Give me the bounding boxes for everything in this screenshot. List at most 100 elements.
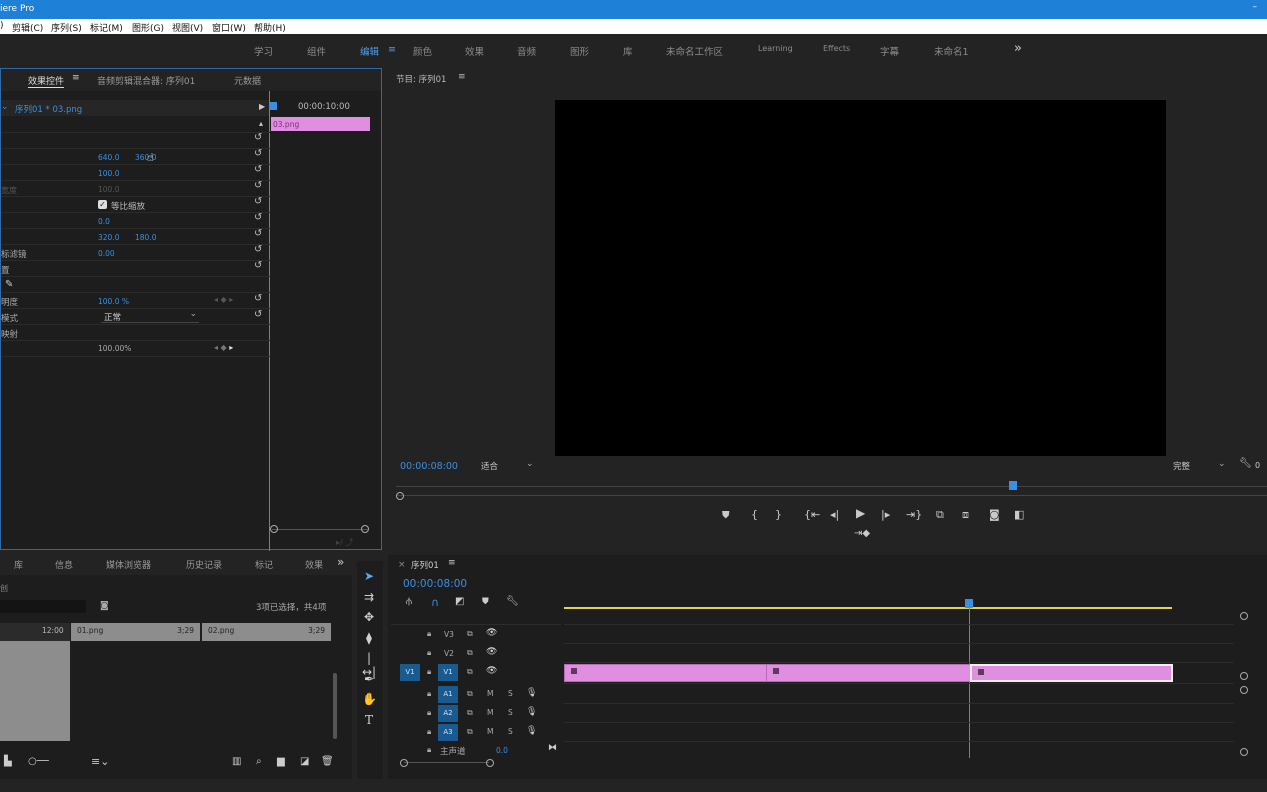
wrench-icon[interactable]: 🔧︎ bbox=[506, 596, 519, 607]
blend-mode-select[interactable]: 正常 ⌄ bbox=[101, 309, 199, 323]
reset-icon[interactable]: ↺ bbox=[254, 245, 264, 255]
zoom-handle-left[interactable] bbox=[400, 759, 408, 767]
pen-tool-icon[interactable]: ✒ bbox=[362, 672, 376, 686]
extract-icon[interactable]: ⧈ bbox=[962, 509, 969, 520]
lock-icon[interactable]: 🔒︎ bbox=[427, 708, 431, 718]
pen-icon[interactable]: ✎ bbox=[5, 279, 13, 290]
lock-icon[interactable]: 🔒︎ bbox=[427, 667, 431, 677]
tab-media-browser[interactable]: 媒体浏览器 bbox=[106, 558, 151, 571]
thumbnail[interactable]: 12:00 bbox=[0, 623, 70, 741]
reset-icon[interactable]: ↺ bbox=[254, 261, 264, 271]
mark-out-icon[interactable]: } bbox=[775, 509, 782, 520]
trash-icon[interactable]: 🗑︎ bbox=[321, 756, 334, 767]
panel-menu-icon[interactable]: ≡ bbox=[458, 72, 466, 82]
zoom-handle-right[interactable] bbox=[486, 759, 494, 767]
reset-icon[interactable]: ↺ bbox=[254, 229, 264, 239]
ws-color[interactable]: 颜色 bbox=[413, 44, 432, 58]
program-ruler[interactable] bbox=[396, 486, 1267, 487]
sync-lock-icon[interactable]: ⧉ bbox=[467, 689, 473, 699]
menu-view[interactable]: 视图(V) bbox=[172, 21, 203, 34]
mic-icon[interactable]: 🎙︎ bbox=[526, 707, 537, 717]
zoom-slider-icon[interactable]: ○── bbox=[28, 756, 49, 767]
master-value[interactable]: 0.0 bbox=[496, 746, 508, 755]
ws-learn[interactable]: 学习 bbox=[254, 44, 273, 58]
sort-icon[interactable]: ≡⌄ bbox=[91, 755, 109, 768]
zoom-handle-left[interactable] bbox=[270, 525, 278, 533]
quality-select[interactable]: 完整 ⌄ bbox=[1170, 459, 1228, 472]
new-item-icon[interactable]: ◪ bbox=[300, 756, 309, 767]
ec-clip[interactable]: 03.png bbox=[271, 117, 370, 131]
track-label-v3[interactable]: V3 bbox=[444, 630, 454, 639]
source-patch-v1[interactable]: V1 bbox=[400, 664, 420, 681]
track-label-v1[interactable]: V1 bbox=[438, 664, 458, 681]
mute-button[interactable]: M bbox=[487, 727, 493, 736]
mute-button[interactable]: M bbox=[487, 708, 493, 717]
linked-selection-icon[interactable]: ◩ bbox=[455, 596, 464, 607]
go-to-in-icon[interactable]: {⇤ bbox=[804, 509, 820, 520]
scroll-up-icon[interactable]: ▴ bbox=[259, 119, 263, 128]
thumbnail[interactable]: 02.png 3;29 bbox=[202, 623, 331, 641]
track-label-a3[interactable]: A3 bbox=[438, 724, 458, 741]
wrench-icon[interactable]: 🔧︎ bbox=[1239, 458, 1252, 469]
tab-markers[interactable]: 标记 bbox=[255, 558, 273, 571]
rotation-value[interactable]: 0.0 bbox=[98, 217, 110, 226]
ws-effects[interactable]: 效果 bbox=[465, 44, 484, 58]
export-icon[interactable]: ▸/ ⤴ bbox=[336, 537, 353, 548]
add-marker-icon[interactable]: ⛊ bbox=[482, 597, 489, 607]
mic-icon[interactable]: 🎙︎ bbox=[526, 726, 537, 736]
insert-overwrite-icon[interactable]: ⇥◆ bbox=[854, 528, 870, 539]
search-icon[interactable]: ⌕ bbox=[256, 756, 262, 767]
tab-history[interactable]: 历史记录 bbox=[186, 558, 222, 571]
selection-tool-icon[interactable]: ➤ bbox=[362, 569, 376, 583]
eye-icon[interactable]: 👁︎ bbox=[486, 666, 497, 676]
tab-libraries[interactable]: 库 bbox=[14, 558, 23, 571]
ws-effects-en[interactable]: Effects bbox=[823, 44, 850, 53]
play-arrow-icon[interactable]: ▶ bbox=[259, 102, 265, 111]
step-back-icon[interactable]: ◂| bbox=[830, 509, 839, 520]
playhead-marker[interactable] bbox=[270, 102, 277, 110]
v-scroll-handle[interactable] bbox=[1240, 748, 1248, 756]
menu-graphics[interactable]: 图形(G) bbox=[132, 21, 164, 34]
tab-effect-controls[interactable]: 效果控件 bbox=[28, 74, 65, 88]
ec-zoom-bar[interactable] bbox=[272, 529, 368, 530]
play-icon[interactable]: ▶ bbox=[856, 507, 865, 519]
step-forward-icon[interactable]: |▸ bbox=[881, 509, 890, 520]
chevron-down-icon[interactable]: ⌄ bbox=[1, 102, 9, 112]
ripple-edit-icon[interactable]: ✥ bbox=[362, 610, 376, 624]
work-area-bar[interactable] bbox=[564, 607, 1172, 609]
mute-button[interactable]: M bbox=[487, 689, 493, 698]
scrollbar[interactable] bbox=[333, 673, 337, 739]
thumbnail[interactable]: 01.png 3;29 bbox=[71, 623, 200, 641]
add-marker-icon[interactable]: ⛊ bbox=[722, 510, 730, 521]
ws-more-icon[interactable]: » bbox=[1014, 41, 1022, 56]
menu-help[interactable]: 帮助(H) bbox=[254, 21, 286, 34]
track-label-v2[interactable]: V2 bbox=[444, 649, 454, 658]
reset-icon[interactable]: ↺ bbox=[254, 181, 264, 191]
more-tabs-icon[interactable]: » bbox=[337, 555, 344, 569]
reset-icon[interactable]: ↺ bbox=[254, 294, 264, 304]
v-scroll-handle[interactable] bbox=[1240, 686, 1248, 694]
eye-icon[interactable]: 👁︎ bbox=[486, 628, 497, 638]
clip-01[interactable] bbox=[564, 664, 767, 682]
ws-menu-icon[interactable]: ≡ bbox=[388, 44, 396, 55]
timeline-zoom-bar[interactable] bbox=[404, 762, 489, 763]
program-scrub-bar[interactable] bbox=[396, 495, 1267, 496]
sync-lock-icon[interactable]: ⧉ bbox=[467, 648, 473, 658]
ws-untitled[interactable]: 未命名工作区 bbox=[666, 44, 723, 58]
opacity-value[interactable]: 100.0 % bbox=[98, 297, 129, 306]
video-canvas[interactable] bbox=[555, 100, 1166, 456]
flicker-value[interactable]: 0.00 bbox=[98, 249, 115, 258]
lock-icon[interactable]: 🔒︎ bbox=[427, 689, 431, 699]
menu-window[interactable]: 窗口(W) bbox=[212, 21, 246, 34]
sync-lock-icon[interactable]: ⧉ bbox=[467, 708, 473, 718]
keyframe-nav-icon[interactable]: ◂ ◆ ▸ bbox=[214, 343, 233, 352]
menu-marker[interactable]: 标记(M) bbox=[90, 21, 123, 34]
snap-icon[interactable]: ∩ bbox=[431, 596, 439, 609]
hand-tool-icon[interactable]: ✋ bbox=[362, 692, 377, 706]
sync-lock-icon[interactable]: ⧉ bbox=[467, 667, 473, 677]
clip-03[interactable] bbox=[970, 664, 1173, 682]
anchor-y-value[interactable]: 180.0 bbox=[135, 233, 156, 242]
track-select-icon[interactable]: ⇉ bbox=[362, 590, 376, 604]
lock-icon[interactable]: 🔒︎ bbox=[427, 727, 431, 737]
close-icon[interactable]: × bbox=[398, 560, 406, 570]
